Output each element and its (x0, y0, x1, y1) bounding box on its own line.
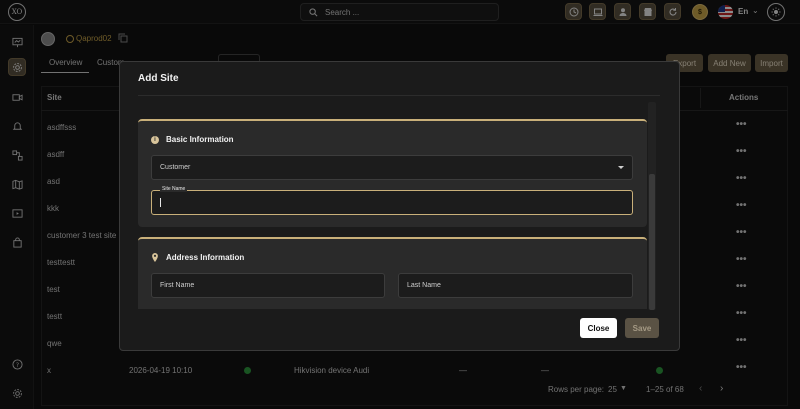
dropdown-arrow-icon (618, 166, 624, 169)
basic-information-section: i Basic Information Customer Site Name (138, 119, 647, 227)
customer-placeholder: Customer (160, 164, 191, 171)
section-title: Address Information (166, 253, 245, 262)
last-name-field[interactable]: Last Name (398, 273, 633, 298)
first-name-field[interactable]: First Name (151, 273, 385, 298)
location-pin-icon (152, 253, 158, 262)
add-site-dialog: Add Site i Basic Information Customer Si… (119, 61, 680, 351)
info-icon: i (151, 136, 159, 144)
close-button[interactable]: Close (580, 318, 617, 338)
section-title: Basic Information (166, 135, 234, 144)
customer-select[interactable]: Customer (151, 155, 633, 180)
first-name-placeholder: First Name (160, 282, 195, 289)
save-button[interactable]: Save (625, 318, 659, 338)
last-name-placeholder: Last Name (407, 282, 441, 289)
dialog-title: Add Site (138, 73, 179, 84)
text-cursor (160, 198, 161, 207)
scrollbar-thumb[interactable] (649, 174, 655, 310)
address-information-section: Address Information First Name Last Name (138, 237, 647, 309)
site-name-label: Site Name (160, 186, 188, 192)
dialog-divider (138, 95, 660, 96)
site-name-field[interactable]: Site Name (151, 186, 633, 215)
